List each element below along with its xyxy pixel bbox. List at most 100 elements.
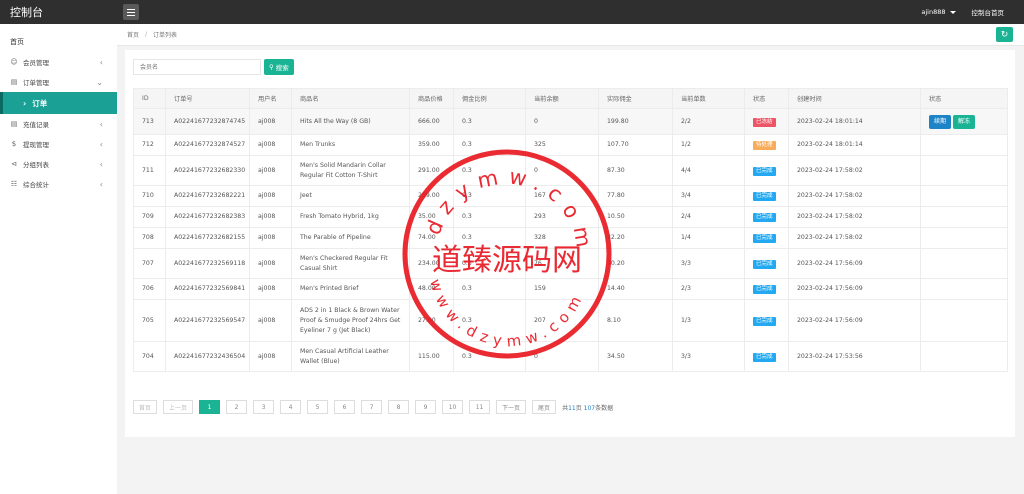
cell-count: 2/2	[672, 108, 745, 135]
sidebar-item-recharge[interactable]: ▤ 充值记录 ‹	[0, 114, 117, 134]
cell-time: 2023-02-24 17:53:56	[788, 341, 921, 372]
breadcrumb-current: 订单列表	[153, 32, 178, 39]
status-badge: 已完成	[753, 166, 776, 176]
page-number[interactable]: 4	[280, 400, 302, 414]
page-prev[interactable]: 上一页	[163, 400, 194, 414]
cell-commission: 199.80	[598, 108, 673, 135]
cell-order: A02241677232682330	[165, 155, 250, 186]
page-last[interactable]: 尾页	[532, 400, 557, 414]
sidebar-item-groups[interactable]: ⊲ 分组列表 ‹	[0, 154, 117, 174]
search-icon: ⚲	[269, 63, 274, 71]
cell-balance: 293	[525, 206, 599, 228]
table-row: 707 A02241677232569118 aj008 Men's Checkere…	[133, 248, 1008, 279]
chevron-left-icon: ‹	[99, 139, 103, 149]
page-first[interactable]: 首页	[133, 400, 158, 414]
cell-rate: 0.3	[453, 134, 526, 156]
column-header: 佣金比例	[453, 88, 526, 109]
cell-actions	[920, 248, 1008, 279]
sidebar-subitem-orders[interactable]: › 订单	[0, 92, 117, 114]
renew-button[interactable]: 续期	[929, 114, 952, 129]
brand-title: 控制台	[10, 6, 43, 19]
cell-status: 已完成	[744, 155, 789, 186]
cell-rate: 0.3	[453, 227, 526, 249]
refresh-icon[interactable]: ↻	[996, 27, 1013, 42]
cell-product: Fresh Tomato Hybrid, 1kg	[291, 206, 410, 228]
page-number[interactable]: 10	[442, 400, 464, 414]
cell-product: Hits All the Way (8 GB)	[291, 108, 410, 135]
chevron-left-icon: ‹	[99, 159, 103, 169]
cell-commission: 77.80	[598, 185, 673, 207]
user-name: ajin888	[921, 8, 946, 16]
unfreeze-button[interactable]: 解冻	[953, 114, 976, 129]
search-button[interactable]: ⚲ 搜索	[264, 59, 294, 75]
page-next[interactable]: 下一页	[496, 400, 527, 414]
sidebar-item-members[interactable]: ☺ 会员管理 ‹	[0, 52, 117, 72]
search-input[interactable]	[133, 59, 261, 75]
page-number[interactable]: 5	[307, 400, 329, 414]
cell-user: aj008	[249, 108, 292, 135]
cell-balance: 207	[525, 299, 599, 342]
table-row: 705 A02241677232569547 aj008 ADS 2 in 1 Bla…	[133, 299, 1008, 342]
sidebar-item-withdraw[interactable]: $ 提现管理 ‹	[0, 134, 117, 154]
cell-product: Men's Solid Mandarin Collar Regular Fit …	[291, 155, 410, 186]
order-table: ID 订单号 用户名 商品名 商品价格 佣金比例 当前余额 实际佣金 当前单数 …	[133, 88, 1008, 372]
cell-product: Men Casual Artificial Leather Wallet (Bl…	[291, 341, 410, 372]
cell-rate: 0.3	[453, 108, 526, 135]
cell-count: 3/3	[672, 341, 745, 372]
table-row: 710 A02241677232682221 aj008 Jeet 259.00 0.3 1…	[133, 185, 1008, 207]
sidebar-item-home[interactable]: 首页	[0, 24, 117, 52]
order-list-panel: ⚲ 搜索 ID 订单号 用户名 商品名 商品价格 佣金比例 当前余额 实际佣金 …	[125, 50, 1015, 437]
page-number[interactable]: 2	[226, 400, 248, 414]
page-number[interactable]: 11	[469, 400, 491, 414]
breadcrumb-separator: /	[145, 31, 148, 38]
page-number[interactable]: 8	[388, 400, 410, 414]
top-bar: 控制台 ajin888 控制台首页	[0, 0, 1024, 24]
cell-status: 已冻结	[744, 108, 789, 135]
cell-product: Men Trunks	[291, 134, 410, 156]
cell-price: 35.00	[409, 206, 454, 228]
cell-commission: 107.70	[598, 134, 673, 156]
page-number[interactable]: 9	[415, 400, 437, 414]
cell-order: A02241677232569547	[165, 299, 250, 342]
page-number[interactable]: 7	[361, 400, 383, 414]
cell-price: 291.00	[409, 155, 454, 186]
column-header: ID	[133, 88, 166, 109]
console-home-link[interactable]: 控制台首页	[972, 7, 1005, 17]
cell-order: A02241677232682383	[165, 206, 250, 228]
page-number[interactable]: 6	[334, 400, 356, 414]
cell-status: 已完成	[744, 248, 789, 279]
menu-toggle-icon[interactable]	[123, 4, 139, 20]
cell-price: 48.00	[409, 278, 454, 300]
sidebar-item-stats[interactable]: ☷ 综合统计 ‹	[0, 174, 117, 194]
cell-price: 234.00	[409, 248, 454, 279]
cell-id: 705	[133, 299, 166, 342]
sidebar-item-label: 订单管理	[23, 79, 49, 87]
chevron-down-icon: ⌄	[96, 77, 103, 87]
cell-status: 已完成	[744, 206, 789, 228]
page-number[interactable]: 1	[199, 400, 221, 414]
cell-id: 709	[133, 206, 166, 228]
cell-user: aj008	[249, 155, 292, 186]
sidebar: 首页 ☺ 会员管理 ‹ ▤ 订单管理 ⌄ › 订单 ▤ 充值记录 ‹ $ 提现管…	[0, 24, 117, 494]
cell-time: 2023-02-24 18:01:14	[788, 134, 921, 156]
cell-balance: 167	[525, 185, 599, 207]
cell-balance: 0	[525, 155, 599, 186]
cell-product: Jeet	[291, 185, 410, 207]
breadcrumb-home[interactable]: 首页	[127, 30, 139, 39]
cell-price: 74.00	[409, 227, 454, 249]
page-number[interactable]: 3	[253, 400, 275, 414]
cell-balance: 159	[525, 278, 599, 300]
pagination-info: 共11页 107条数据	[562, 404, 614, 412]
user-menu[interactable]: ajin888	[921, 8, 956, 16]
column-header: 当前余额	[525, 88, 599, 109]
cell-rate: 0.3	[453, 248, 526, 279]
cell-time: 2023-02-24 17:58:02	[788, 155, 921, 186]
cell-rate: 0.3	[453, 185, 526, 207]
cell-commission: 70.20	[598, 248, 673, 279]
cell-time: 2023-02-24 17:58:02	[788, 227, 921, 249]
cell-rate: 0.3	[453, 278, 526, 300]
cell-count: 2/3	[672, 278, 745, 300]
table-row: 713 A02241677232874745 aj008 Hits All the W…	[133, 108, 1008, 135]
sidebar-item-orders[interactable]: ▤ 订单管理 ⌄	[0, 72, 117, 92]
cell-product: Men's Checkered Regular Fit Casual Shirt	[291, 248, 410, 279]
